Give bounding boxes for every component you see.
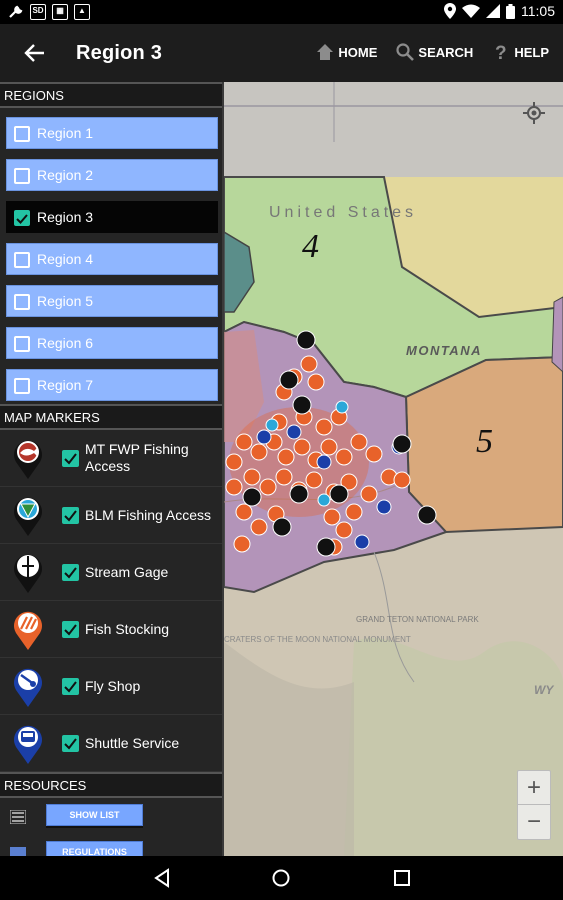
battery-icon — [506, 3, 515, 19]
region-item-5[interactable]: Region 5 — [6, 285, 218, 317]
marker-row-fish-stocking[interactable]: Fish Stocking — [0, 601, 222, 658]
regions-list: Region 1 Region 2 Region 3 Region 4 Regi… — [0, 108, 222, 404]
regulations-button[interactable]: REGULATIONS — [46, 841, 143, 856]
svg-text:?: ? — [495, 43, 507, 62]
zoom-controls: + − — [517, 770, 551, 840]
checkbox-icon — [10, 847, 26, 856]
stream-gage-icon — [14, 554, 42, 593]
regions-header: REGIONS — [0, 82, 222, 108]
checkbox-icon — [14, 336, 30, 352]
resource-row-list: SHOW LIST — [0, 798, 222, 835]
nav-recents-icon[interactable] — [392, 868, 412, 888]
marker-label: Fish Stocking — [85, 620, 170, 637]
region-label: Region 2 — [37, 167, 94, 183]
region-item-2[interactable]: Region 2 — [6, 159, 218, 191]
signal-icon — [486, 4, 500, 18]
photo-icon: ▲ — [74, 4, 90, 20]
resource-row-regulations: REGULATIONS — [0, 835, 222, 856]
side-panel: REGIONS Region 1 Region 2 Region 3 Regio… — [0, 82, 224, 856]
region-item-6[interactable]: Region 6 — [6, 327, 218, 359]
blm-fishing-access-icon — [14, 497, 42, 536]
clock: 11:05 — [521, 3, 555, 19]
app-bar: Region 3 HOME SEARCH ? HELP — [0, 24, 563, 82]
map-view[interactable]: United States MONTANA 4 5 GRAND TETON NA… — [224, 82, 563, 856]
region-label: Region 5 — [37, 293, 94, 309]
back-arrow-icon[interactable] — [22, 40, 48, 66]
home-button[interactable]: HOME — [315, 42, 377, 62]
resources-list: SHOW LIST REGULATIONS — [0, 798, 222, 856]
marker-row-fwp[interactable]: MT FWP Fishing Access — [0, 430, 222, 487]
region-label: Region 4 — [37, 251, 94, 267]
marker-row-stream-gage[interactable]: Stream Gage — [0, 544, 222, 601]
marker-row-blm[interactable]: BLM Fishing Access — [0, 487, 222, 544]
region-label: Region 3 — [37, 209, 94, 225]
wrench-icon — [8, 4, 24, 20]
system-nav-bar — [0, 856, 563, 900]
markers-list: MT FWP Fishing Access BLM Fishing Access… — [0, 430, 222, 772]
help-button[interactable]: ? HELP — [491, 42, 549, 62]
status-bar: SD ▦ ▲ 11:05 — [0, 0, 563, 24]
state-label: MONTANA — [406, 343, 482, 358]
checkbox-icon — [14, 378, 30, 394]
marker-checkbox-checked-icon[interactable] — [62, 564, 79, 581]
location-icon — [444, 3, 456, 19]
marker-label: BLM Fishing Access — [85, 506, 212, 523]
map-canvas: United States MONTANA 4 5 GRAND TETON NA… — [224, 82, 563, 856]
marker-checkbox-checked-icon[interactable] — [62, 621, 79, 638]
region-item-7[interactable]: Region 7 — [6, 369, 218, 401]
region-item-1[interactable]: Region 1 — [6, 117, 218, 149]
country-label: United States — [269, 204, 417, 221]
show-list-button[interactable]: SHOW LIST — [46, 804, 143, 826]
marker-row-fly-shop[interactable]: Fly Shop — [0, 658, 222, 715]
help-label: HELP — [514, 44, 549, 60]
sd-card-icon: SD — [30, 4, 46, 20]
marker-checkbox-checked-icon[interactable] — [62, 735, 79, 752]
region-label: Region 6 — [37, 335, 94, 351]
resources-header: RESOURCES — [0, 772, 222, 798]
marker-row-shuttle[interactable]: Shuttle Service — [0, 715, 222, 772]
region-label: Region 1 — [37, 125, 94, 141]
fly-shop-icon — [14, 668, 42, 707]
search-label: SEARCH — [418, 44, 474, 60]
map-markers-header: MAP MARKERS — [0, 404, 222, 430]
home-icon — [317, 44, 334, 60]
shuttle-service-icon — [14, 725, 42, 764]
park-label: GRAND TETON NATIONAL PARK — [356, 615, 479, 624]
wifi-icon — [462, 4, 480, 18]
region-label: Region 7 — [37, 377, 94, 393]
checkbox-icon — [14, 294, 30, 310]
checkbox-icon — [14, 168, 30, 184]
page-title: Region 3 — [76, 42, 163, 64]
zoom-in-button[interactable]: + — [518, 771, 550, 805]
list-icon — [10, 810, 26, 824]
fish-stocking-icon — [14, 611, 42, 650]
search-button[interactable]: SEARCH — [395, 42, 473, 62]
help-icon: ? — [495, 43, 507, 62]
checkbox-icon — [14, 126, 30, 142]
region-item-3[interactable]: Region 3 — [6, 201, 218, 233]
search-icon — [396, 43, 415, 61]
app-screen: SD ▦ ▲ 11:05 Region 3 HOME SEARCH ? HELP… — [0, 0, 563, 900]
marker-label: Stream Gage — [85, 563, 169, 580]
marker-checkbox-checked-icon[interactable] — [62, 450, 79, 467]
fwp-fishing-access-icon — [14, 440, 42, 479]
region-4-label: 4 — [302, 228, 319, 265]
marker-label: MT FWP Fishing Access — [85, 441, 189, 474]
region-item-4[interactable]: Region 4 — [6, 243, 218, 275]
my-location-icon[interactable] — [519, 98, 549, 128]
gallery-icon: ▦ — [52, 4, 68, 20]
checkbox-icon — [14, 252, 30, 268]
marker-checkbox-checked-icon[interactable] — [62, 507, 79, 524]
nav-back-icon[interactable] — [152, 868, 172, 888]
marker-label: Fly Shop — [85, 677, 141, 694]
checkbox-checked-icon — [14, 210, 30, 226]
nav-home-icon[interactable] — [271, 868, 291, 888]
zoom-out-button[interactable]: − — [518, 805, 550, 839]
wy-label: WY — [534, 683, 554, 697]
region-5-label: 5 — [476, 423, 493, 460]
monument-label: CRATERS OF THE MOON NATIONAL MONUMENT — [224, 635, 411, 644]
marker-checkbox-checked-icon[interactable] — [62, 678, 79, 695]
home-label: HOME — [338, 44, 378, 60]
marker-label: Shuttle Service — [85, 734, 180, 751]
